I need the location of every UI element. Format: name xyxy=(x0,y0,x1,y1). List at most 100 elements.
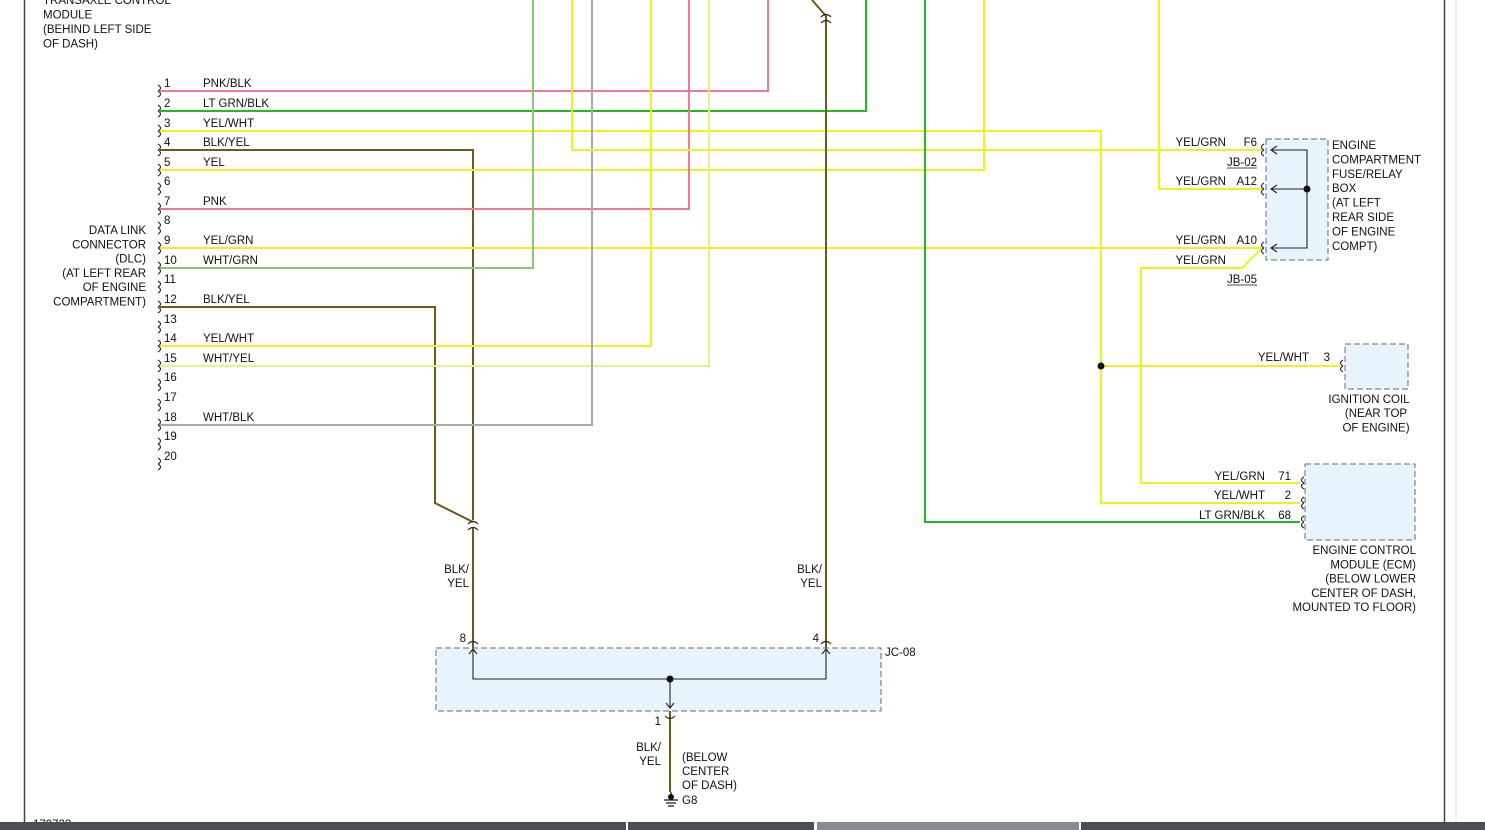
dlc-pin-terminal xyxy=(157,221,162,235)
fuse-pin-number: A12 xyxy=(1237,176,1257,188)
dlc-pin-number: 3 xyxy=(164,118,170,130)
dlc-pin-number: 9 xyxy=(164,235,170,247)
dlc-pin-wire-label: PNK xyxy=(203,196,227,208)
dlc-label: OF ENGINE xyxy=(83,282,147,294)
dlc-pin-wire-label: YEL/GRN xyxy=(203,235,254,247)
ecm-pin-wire-label: YEL/GRN xyxy=(1215,471,1266,483)
fuse-box-label: COMPT) xyxy=(1332,241,1378,253)
toolbar-strip-middle xyxy=(628,822,814,830)
tcm-label: OF DASH) xyxy=(43,39,98,51)
fuse-box-label: BOX xyxy=(1332,183,1357,195)
dlc-pin-number: 7 xyxy=(164,196,170,208)
dlc-pin-number: 17 xyxy=(164,392,177,404)
coil-label: IGNITION COIL xyxy=(1328,394,1410,406)
jb-05-wire-label: YEL/GRN xyxy=(1176,255,1227,267)
jc-pin-8-number: 8 xyxy=(460,633,466,645)
fuse-bus-node xyxy=(1303,185,1311,193)
ecm-pin-terminal xyxy=(1300,515,1305,529)
ground-location-label: (BELOW xyxy=(682,752,728,764)
jc-splice-node xyxy=(666,675,674,683)
jc-left-wire-label: BLK/ xyxy=(444,564,470,576)
fuse-pin-number: A10 xyxy=(1237,235,1257,247)
dlc-label: COMPARTMENT) xyxy=(53,297,146,309)
dlc-pin-number: 18 xyxy=(164,412,177,424)
ground-symbol xyxy=(664,792,678,807)
jc-right-wire-label: BLK/ xyxy=(797,564,823,576)
tcm-label: TRANSAXLE CONTROL xyxy=(43,0,171,7)
jc-left-wire-label: YEL xyxy=(447,578,469,590)
tcm-label: (BEHIND LEFT SIDE xyxy=(43,24,152,36)
ecm-pin-wire-label: LT GRN/BLK xyxy=(1199,510,1265,522)
jb-05-label: JB-05 xyxy=(1227,274,1257,286)
dlc-pin-number: 1 xyxy=(164,78,170,90)
dlc-pin-number: 4 xyxy=(164,137,171,149)
dlc-pin-terminal xyxy=(157,457,162,471)
dlc-pin-wire-label: WHT/YEL xyxy=(203,353,255,365)
tcm-label: MODULE xyxy=(43,10,93,22)
coil-wire-label: YEL/WHT xyxy=(1258,352,1309,364)
ecm-pin-number: 71 xyxy=(1278,471,1291,483)
dlc-pin-number: 12 xyxy=(164,294,177,306)
dlc-pin-terminal xyxy=(157,320,162,334)
dlc-pin-number: 16 xyxy=(164,372,177,384)
dlc-label: (DLC) xyxy=(115,254,146,266)
coil-label: (NEAR TOP xyxy=(1345,408,1408,420)
ecm-label: (BELOW LOWER xyxy=(1325,574,1416,586)
jc-bottom-wire-label: YEL xyxy=(639,756,661,768)
fuse-box-label: (AT LEFT xyxy=(1332,198,1381,210)
fuse-relay-box xyxy=(1265,138,1329,261)
toolbar-strip-left xyxy=(0,822,626,830)
wiring-diagram: 1 PNK/BLK 2 LT GRN/BLK 3 YEL/WHT 4 BLK/YEL 5 YEL 6… xyxy=(23,0,1457,830)
dlc-pin-number: 11 xyxy=(164,274,176,286)
ignition-coil-box xyxy=(1344,343,1409,390)
dlc-pin-wire-label: WHT/GRN xyxy=(203,255,258,267)
ecm-label: MODULE (ECM) xyxy=(1330,559,1416,571)
fuse-pin-number: F6 xyxy=(1244,137,1257,149)
dlc-pin-wire-label: WHT/BLK xyxy=(203,412,254,424)
dlc-pin-wire-label: BLK/YEL xyxy=(203,294,250,306)
jc-right-wire-label: YEL xyxy=(800,578,822,590)
fuse-box-label: ENGINE xyxy=(1332,140,1376,152)
dlc-pin-terminal xyxy=(157,280,162,294)
dlc-pin-terminal xyxy=(157,182,162,196)
fuse-pin-wire-label: YEL/GRN xyxy=(1176,235,1227,247)
ground-g8-label: G8 xyxy=(682,795,697,807)
jc-pin-4-number: 4 xyxy=(813,633,820,645)
ecm-box xyxy=(1304,463,1416,541)
yel-wht-splice-node xyxy=(1097,362,1105,370)
fuse-box-label: OF ENGINE xyxy=(1332,226,1396,238)
ecm-pin-terminal xyxy=(1300,496,1305,510)
dlc-pin-terminal xyxy=(157,378,162,392)
dlc-pin-number: 19 xyxy=(164,431,177,443)
toolbar-strip-right xyxy=(1081,822,1485,830)
fuse-box-label: REAR SIDE xyxy=(1332,212,1394,224)
coil-pin-number: 3 xyxy=(1324,352,1330,364)
coil-label: OF ENGINE) xyxy=(1342,422,1409,434)
ground-location-label: OF DASH) xyxy=(682,780,737,792)
ecm-label: MOUNTED TO FLOOR) xyxy=(1292,602,1416,614)
dlc-label: CONNECTOR xyxy=(72,239,146,251)
dlc-pin-number: 13 xyxy=(164,314,177,326)
wire-yel-wht-3 xyxy=(160,130,1300,504)
dlc-label: (AT LEFT REAR xyxy=(62,268,146,280)
ground-location-label: CENTER xyxy=(682,766,729,778)
toolbar-strip-active xyxy=(817,822,1079,830)
dlc-pin-wire-label: YEL xyxy=(203,157,225,169)
dlc-pin-wire-label: YEL/WHT xyxy=(203,118,254,130)
ecm-label: CENTER OF DASH, xyxy=(1311,588,1416,600)
wire-wht-grn-10 xyxy=(160,0,534,269)
ecm-pin-terminal xyxy=(1300,476,1305,490)
ecm-pin-number: 2 xyxy=(1285,490,1291,502)
wire-lt-grn-blk-68 xyxy=(924,0,1300,523)
dlc-pin-wire-label: BLK/YEL xyxy=(203,137,250,149)
dlc-pin-wire-label: LT GRN/BLK xyxy=(203,98,269,110)
jb-02-label: JB-02 xyxy=(1227,157,1257,169)
dlc-pin-number: 15 xyxy=(164,353,177,365)
dlc-pin-number: 6 xyxy=(164,176,170,188)
dlc-pin-wire-label: YEL/WHT xyxy=(203,333,254,345)
fuse-pin-wire-label: YEL/GRN xyxy=(1176,176,1227,188)
dlc-pin-number: 20 xyxy=(164,451,177,463)
ecm-pin-number: 68 xyxy=(1278,510,1291,522)
dlc-pin-number: 5 xyxy=(164,157,170,169)
dlc-pin-wire-label: PNK/BLK xyxy=(203,78,252,90)
